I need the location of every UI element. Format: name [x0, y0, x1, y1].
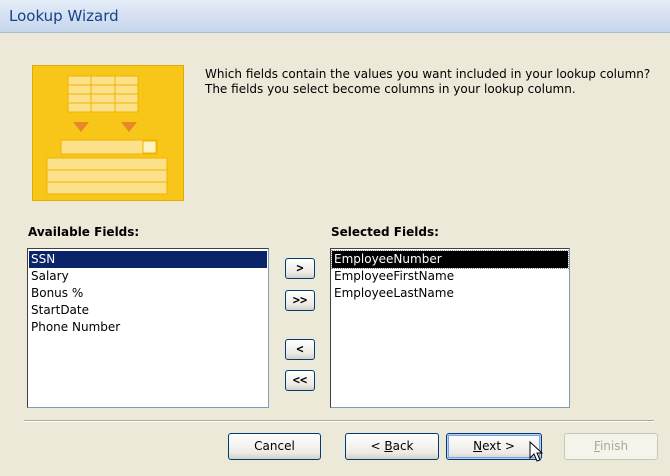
wizard-prompt: Which fields contain the values you want… — [205, 67, 651, 96]
table-lookup-icon — [46, 75, 168, 195]
list-item[interactable]: Salary — [29, 268, 267, 285]
finish-button[interactable]: Finish — [564, 433, 658, 460]
back-label: ack — [392, 439, 414, 453]
back-accelerator: B — [384, 439, 393, 453]
list-item[interactable]: SSN — [29, 251, 267, 268]
mouse-pointer-icon — [529, 441, 543, 462]
remove-field-button[interactable]: < — [285, 339, 315, 360]
cancel-button[interactable]: Cancel — [228, 433, 321, 460]
back-prefix: < — [370, 439, 385, 453]
back-button[interactable]: < Back — [345, 433, 439, 460]
list-item[interactable]: EmployeeFirstName — [332, 268, 568, 285]
next-button[interactable]: Next > — [446, 433, 542, 460]
list-item[interactable]: Bonus % — [29, 285, 267, 302]
lookup-wizard-graphic — [32, 65, 184, 201]
add-all-fields-button[interactable]: >> — [285, 290, 315, 311]
title-bar: Lookup Wizard — [0, 0, 670, 33]
add-field-button[interactable]: > — [285, 258, 315, 279]
next-accelerator: N — [473, 439, 483, 453]
list-item[interactable]: Phone Number — [29, 319, 267, 336]
available-fields-list[interactable]: SSN Salary Bonus % StartDate Phone Number — [27, 248, 269, 408]
available-fields-label: Available Fields: — [28, 225, 140, 239]
remove-all-fields-button[interactable]: << — [285, 370, 315, 391]
footer-separator — [24, 420, 654, 422]
selected-fields-list[interactable]: EmployeeNumber EmployeeFirstName EmployeeL… — [330, 248, 570, 408]
list-item[interactable]: StartDate — [29, 302, 267, 319]
window-title: Lookup Wizard — [9, 7, 119, 25]
list-item[interactable]: EmployeeNumber — [331, 250, 569, 269]
selected-fields-label: Selected Fields: — [331, 225, 439, 239]
finish-label: inish — [599, 439, 629, 453]
list-item[interactable]: EmployeeLastName — [332, 285, 568, 302]
next-label: ext > — [482, 439, 515, 453]
